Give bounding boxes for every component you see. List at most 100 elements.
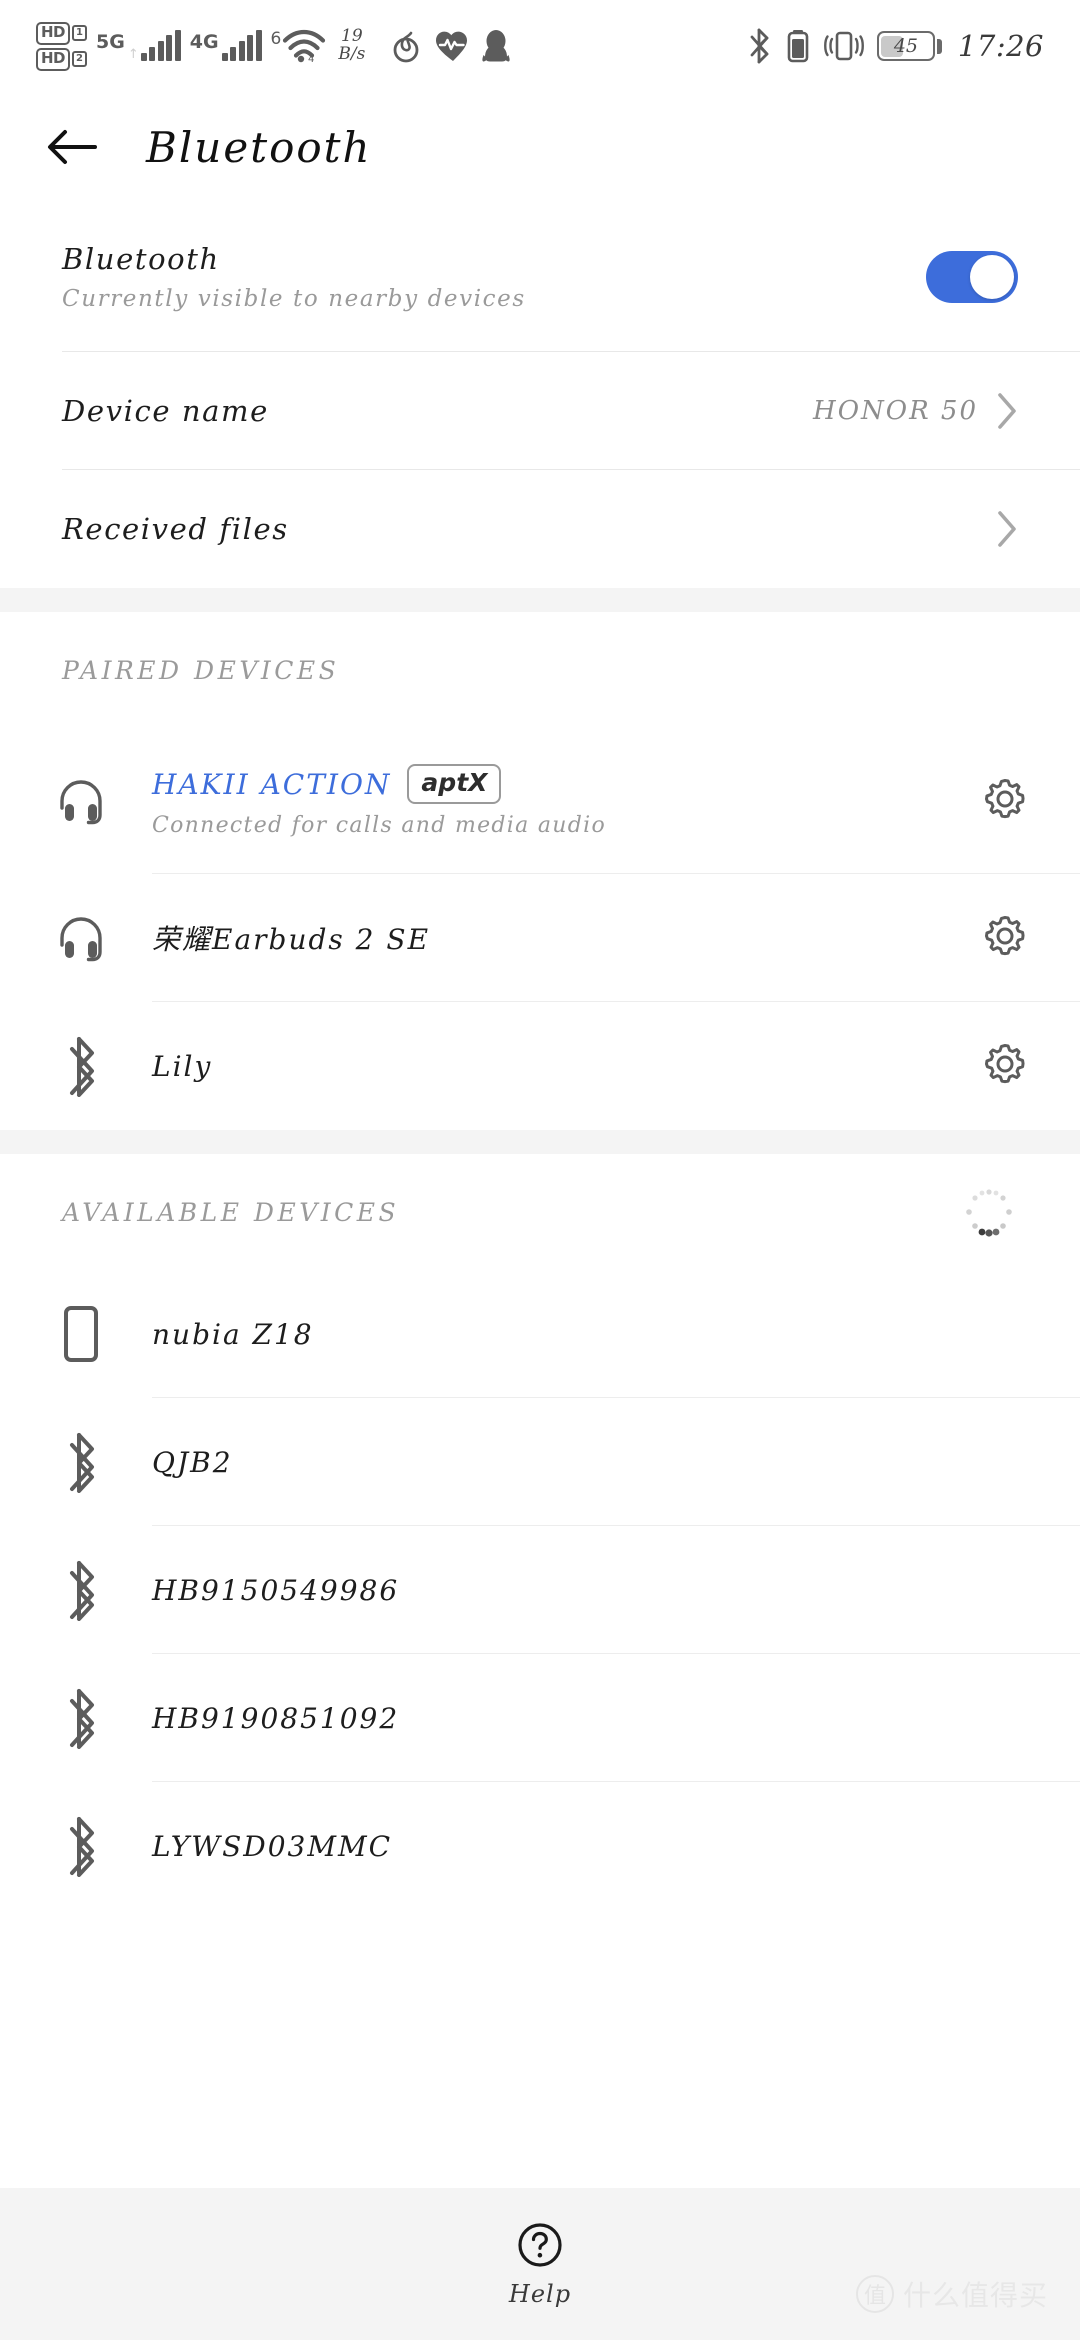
status-bar-clock: 17:26 [957, 29, 1044, 63]
bluetooth-visibility-status: Currently visible to nearby devices [62, 286, 526, 312]
device-name-value: HONOR 50 [813, 396, 978, 426]
available-device-info: nubia Z18 [120, 1318, 1030, 1351]
bluetooth-icon [42, 1035, 120, 1097]
bluetooth-toggle-switch[interactable] [926, 251, 1018, 303]
available-devices-header: AVAILABLE DEVICES [0, 1154, 1080, 1270]
content-spacer [0, 1910, 1080, 2188]
bluetooth-toggle-row[interactable]: Bluetooth Currently visible to nearby de… [0, 202, 1080, 352]
headphones-icon [42, 772, 120, 830]
wifi-indicator: 6 4 [271, 29, 327, 63]
available-device-name: nubia Z18 [152, 1317, 314, 1351]
available-device-row[interactable]: HB9150549986 [0, 1526, 1080, 1654]
page-title: Bluetooth [146, 122, 372, 172]
help-button[interactable]: Help [509, 2221, 571, 2308]
available-device-name: HB9190851092 [152, 1701, 400, 1735]
available-device-name: LYWSD03MMC [152, 1829, 393, 1863]
available-device-name: QJB2 [152, 1445, 233, 1479]
network-speed-indicator: 19 B/s [338, 27, 366, 64]
watermark-mark: 值 [855, 2275, 894, 2313]
hd-badge: HD [36, 47, 71, 71]
battery-tip [936, 38, 942, 54]
device-name-label: Device name [62, 394, 269, 428]
volte-hd-badges: HD 1 HD 2 [36, 21, 87, 71]
paired-device-info: 荣耀Earbuds 2 SE [120, 918, 960, 958]
available-devices-heading: AVAILABLE DEVICES [62, 1197, 400, 1227]
volte-hd-sim2: HD 2 [36, 47, 87, 71]
wifi-generation-label: 6 [270, 29, 282, 49]
paired-devices-header: PAIRED DEVICES [0, 612, 1080, 728]
paired-device-info: Lily [120, 1050, 960, 1083]
signal-5g: 5G ↑ [95, 30, 181, 62]
signal-bars-icon [221, 30, 262, 61]
bluetooth-icon [42, 1815, 120, 1877]
phone-icon [42, 1303, 120, 1365]
device-name-row[interactable]: Device name HONOR 50 [0, 352, 1080, 470]
gear-icon[interactable] [980, 911, 1030, 965]
bluetooth-toggle-labels: Bluetooth Currently visible to nearby de… [62, 242, 926, 312]
footer-bar: Help 值 什么值得买 [0, 2188, 1080, 2340]
app-header: Bluetooth [0, 92, 1080, 202]
watermark-text: 什么值得买 [902, 2279, 1048, 2312]
heart-rate-icon [436, 31, 468, 61]
paired-device-status: Connected for calls and media audio [152, 813, 607, 839]
paired-device-name-line: Lily [152, 1050, 960, 1083]
volte-hd-sim1: HD 1 [36, 21, 87, 45]
question-circle-icon [518, 2222, 562, 2267]
section-divider-band [0, 588, 1080, 612]
bluetooth-icon [42, 1431, 120, 1493]
received-files-row[interactable]: Received files [0, 470, 1080, 588]
chevron-right-icon [996, 510, 1018, 548]
chevron-right-icon [996, 392, 1018, 430]
available-device-info: LYWSD03MMC [120, 1830, 1030, 1863]
section-divider-band [0, 1130, 1080, 1154]
bluetooth-device-battery-icon [787, 30, 809, 63]
received-files-label-wrap: Received files [62, 512, 996, 546]
back-button[interactable] [45, 119, 101, 175]
available-device-info: HB9190851092 [120, 1702, 1030, 1735]
network-speed-unit: B/s [338, 44, 366, 64]
signal-bars-icon [140, 30, 181, 61]
available-device-info: HB9150549986 [120, 1574, 1030, 1607]
toggle-knob [970, 255, 1014, 299]
paired-device-info: HAKII ACTION aptX Connected for calls an… [120, 763, 960, 839]
network-generation-label: 5G [95, 31, 125, 53]
status-bar-right: 45 17:26 [748, 28, 1044, 64]
device-name-label-wrap: Device name [62, 394, 813, 428]
bluetooth-label: Bluetooth [62, 242, 220, 276]
sim-number: 1 [72, 25, 87, 41]
gear-icon[interactable] [980, 1039, 1030, 1093]
available-device-row[interactable]: HB9190851092 [0, 1654, 1080, 1782]
paired-device-row[interactable]: 荣耀Earbuds 2 SE [0, 874, 1080, 1002]
paired-device-name: 荣耀Earbuds 2 SE [152, 923, 431, 956]
available-device-row[interactable]: LYWSD03MMC [0, 1782, 1080, 1910]
status-bar: HD 1 HD 2 5G ↑ 4G 6 4 19 B/s 45 17:26 [0, 0, 1080, 92]
available-device-name: HB9150549986 [152, 1573, 400, 1607]
available-device-row[interactable]: nubia Z18 [0, 1270, 1080, 1398]
headphones-icon [42, 909, 120, 967]
paired-device-row[interactable]: Lily [0, 1002, 1080, 1130]
back-arrow-icon [48, 130, 97, 164]
hd-badge: HD [36, 21, 71, 45]
paired-device-row[interactable]: HAKII ACTION aptX Connected for calls an… [0, 728, 1080, 874]
scanning-spinner-icon [960, 1183, 1018, 1241]
bluetooth-icon [750, 28, 769, 64]
received-files-label: Received files [62, 512, 289, 546]
network-generation-label: 4G [189, 31, 219, 53]
vibrate-icon [823, 31, 864, 61]
paired-devices-heading: PAIRED DEVICES [62, 655, 340, 685]
data-up-arrow-icon: ↑ [127, 47, 139, 62]
wifi-icon: 4 [283, 29, 326, 63]
qq-penguin-icon [482, 30, 510, 62]
available-device-row[interactable]: QJB2 [0, 1398, 1080, 1526]
battery-percent: 45 [893, 35, 919, 57]
paired-device-name-line: HAKII ACTION aptX [152, 763, 960, 805]
watermark: 值 什么值得买 [855, 2274, 1048, 2314]
paired-device-name: Lily [152, 1049, 213, 1083]
paired-device-name-line: 荣耀Earbuds 2 SE [152, 918, 960, 958]
paired-device-name: HAKII ACTION [152, 767, 392, 801]
gear-icon[interactable] [980, 774, 1030, 828]
battery-icon: 45 [876, 31, 935, 61]
bluetooth-icon [42, 1687, 120, 1749]
signal-4g: 4G [189, 30, 262, 61]
available-device-info: QJB2 [120, 1446, 1030, 1479]
